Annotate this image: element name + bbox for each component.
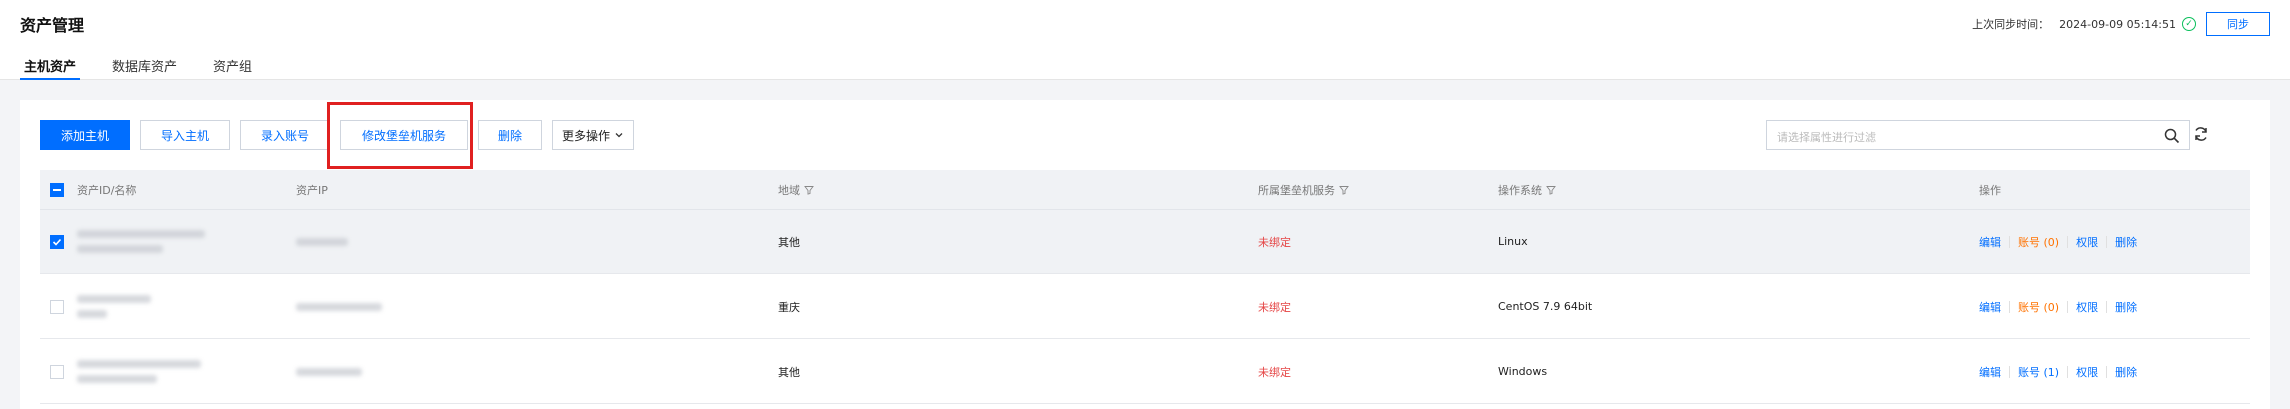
region-value: 其他 — [778, 235, 800, 249]
row-checkbox[interactable] — [50, 364, 64, 379]
check-icon — [52, 238, 62, 246]
select-all-checkbox[interactable] — [50, 182, 64, 197]
region-value: 其他 — [778, 365, 800, 379]
filter-search-input[interactable]: 请选择属性进行过滤 — [1766, 120, 2190, 150]
divider — [2106, 235, 2108, 248]
search-icon[interactable] — [2163, 127, 2181, 145]
asset-id-name-redacted — [77, 340, 201, 403]
account-count: (0) — [2043, 300, 2060, 314]
column-ip: 资产IP — [296, 183, 328, 197]
table-row[interactable]: 重庆 未绑定 CentOS 7.9 64bit 编辑 账号 (0) 权限 删除 — [40, 275, 2250, 339]
page-header: 资产管理 主机资产 数据库资产 资产组 上次同步时间： 2024-09-09 0… — [0, 0, 2290, 80]
os-value: Linux — [1498, 235, 1528, 248]
page-title: 资产管理 — [20, 16, 85, 35]
column-actions: 操作 — [1979, 183, 2001, 197]
divider — [2009, 235, 2010, 248]
select-all-cell — [50, 170, 64, 209]
permission-link[interactable]: 权限 — [2076, 364, 2098, 380]
sync-button[interactable]: 同步 — [2206, 12, 2270, 36]
divider — [2106, 365, 2108, 378]
account-count: (1) — [2043, 365, 2060, 379]
row-checkbox-cell — [50, 275, 64, 338]
asset-list-card: 添加主机 导入主机 录入账号 修改堡垒机服务 删除 更多操作 请选择属性进行过滤… — [20, 100, 2270, 409]
row-actions: 编辑 账号 (0) 权限 删除 — [1979, 275, 2137, 338]
column-bastion-label: 所属堡垒机服务 — [1258, 183, 1335, 197]
account-label: 账号 — [2018, 365, 2040, 379]
account-count: (0) — [2043, 235, 2060, 249]
tab-asset-groups[interactable]: 资产组 — [209, 52, 256, 80]
row-checkbox[interactable] — [50, 299, 64, 314]
sync-status: 上次同步时间： 2024-09-09 05:14:51 ✓ 同步 — [1972, 12, 2270, 36]
bastion-status: 未绑定 — [1258, 235, 1291, 249]
account-label: 账号 — [2018, 235, 2040, 249]
column-region-label: 地域 — [778, 183, 800, 197]
divider — [2009, 300, 2010, 313]
check-circle-icon: ✓ — [2182, 17, 2196, 31]
delete-link[interactable]: 删除 — [2115, 364, 2137, 380]
more-actions-dropdown[interactable]: 更多操作 — [552, 120, 634, 150]
delete-button[interactable]: 删除 — [478, 120, 542, 150]
chevron-down-icon — [615, 133, 623, 138]
column-id-name: 资产ID/名称 — [77, 183, 137, 197]
asset-ip-redacted — [296, 340, 362, 403]
row-checkbox-cell — [50, 210, 64, 273]
modify-bastion-service-button[interactable]: 修改堡垒机服务 — [340, 120, 468, 150]
divider — [2067, 365, 2069, 378]
asset-tabs: 主机资产 数据库资产 资产组 — [20, 52, 284, 80]
os-value: Windows — [1498, 365, 1548, 378]
table-row[interactable]: 其他 未绑定 Linux 编辑 账号 (0) 权限 删除 — [40, 210, 2250, 274]
row-checkbox[interactable] — [50, 234, 64, 249]
permission-link[interactable]: 权限 — [2076, 299, 2098, 315]
divider — [2009, 365, 2010, 378]
delete-link[interactable]: 删除 — [2115, 234, 2137, 250]
divider — [2067, 300, 2069, 313]
sync-label: 上次同步时间： — [1972, 18, 2050, 31]
column-bastion: 所属堡垒机服务 — [1258, 170, 1349, 209]
asset-ip-redacted — [296, 275, 382, 338]
divider — [2067, 235, 2069, 248]
add-host-button[interactable]: 添加主机 — [40, 120, 130, 150]
column-os: 操作系统 — [1498, 170, 1556, 209]
asset-ip-redacted — [296, 210, 348, 273]
more-actions-label: 更多操作 — [561, 128, 610, 143]
divider — [2106, 300, 2108, 313]
row-actions: 编辑 账号 (0) 权限 删除 — [1979, 210, 2137, 273]
asset-id-name-redacted — [77, 210, 205, 273]
asset-id-name-redacted — [77, 275, 151, 338]
edit-link[interactable]: 编辑 — [1979, 299, 2001, 315]
toolbar: 添加主机 导入主机 录入账号 修改堡垒机服务 删除 更多操作 — [40, 120, 644, 150]
region-value: 重庆 — [778, 300, 800, 314]
permission-link[interactable]: 权限 — [2076, 234, 2098, 250]
table-row[interactable]: 其他 未绑定 Windows 编辑 账号 (1) 权限 删除 — [40, 340, 2250, 404]
search-placeholder: 请选择属性进行过滤 — [1777, 131, 1876, 144]
enter-account-button[interactable]: 录入账号 — [240, 120, 330, 150]
table-header: 资产ID/名称 资产IP 地域 所属堡垒机服务 操作系统 操作 — [40, 170, 2250, 210]
column-region: 地域 — [778, 170, 814, 209]
account-link[interactable]: 账号 (0) — [2018, 299, 2059, 315]
account-label: 账号 — [2018, 300, 2040, 314]
os-value: CentOS 7.9 64bit — [1498, 300, 1593, 313]
refresh-icon[interactable] — [2192, 125, 2210, 143]
account-link[interactable]: 账号 (0) — [2018, 234, 2059, 250]
row-checkbox-cell — [50, 340, 64, 403]
tab-host-assets[interactable]: 主机资产 — [20, 52, 81, 80]
bastion-status: 未绑定 — [1258, 365, 1291, 379]
filter-icon[interactable] — [1339, 185, 1349, 195]
filter-icon[interactable] — [1546, 185, 1556, 195]
import-host-button[interactable]: 导入主机 — [140, 120, 230, 150]
column-os-label: 操作系统 — [1498, 183, 1542, 197]
delete-link[interactable]: 删除 — [2115, 299, 2137, 315]
edit-link[interactable]: 编辑 — [1979, 364, 2001, 380]
bastion-status: 未绑定 — [1258, 300, 1291, 314]
edit-link[interactable]: 编辑 — [1979, 234, 2001, 250]
tab-database-assets[interactable]: 数据库资产 — [108, 52, 181, 80]
filter-icon[interactable] — [804, 185, 814, 195]
row-actions: 编辑 账号 (1) 权限 删除 — [1979, 340, 2137, 403]
account-link[interactable]: 账号 (1) — [2018, 364, 2059, 380]
sync-time: 2024-09-09 05:14:51 — [2059, 17, 2176, 31]
